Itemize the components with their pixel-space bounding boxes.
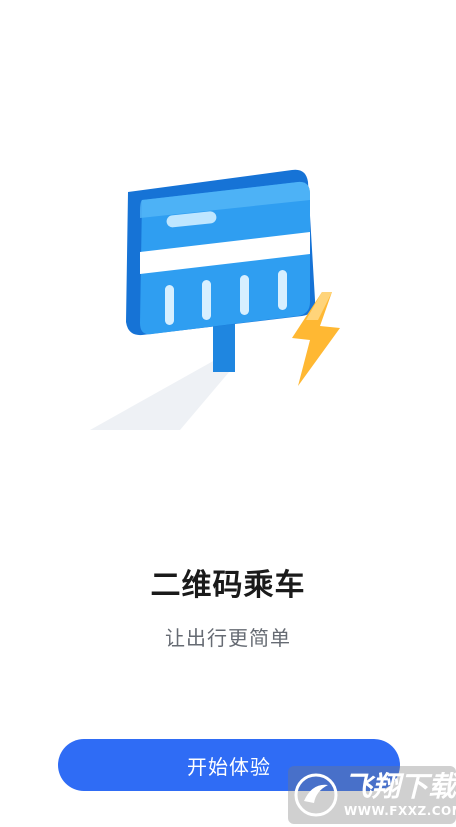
hero-illustration (70, 150, 370, 450)
bar-shape (278, 270, 287, 310)
bar-shape (240, 275, 249, 315)
qr-reader-illustration-icon (90, 169, 340, 430)
page-subtitle: 让出行更简单 (165, 626, 291, 650)
watermark-logo-icon (294, 773, 338, 817)
watermark: 飞翔下载 WWW.FXXZ.COM (288, 766, 456, 824)
bar-shape (202, 280, 211, 320)
bar-shape (165, 285, 174, 325)
page-title: 二维码乘车 (150, 568, 306, 603)
watermark-brand: 飞翔下载 (344, 770, 456, 803)
watermark-url: WWW.FXXZ.COM (344, 804, 456, 818)
